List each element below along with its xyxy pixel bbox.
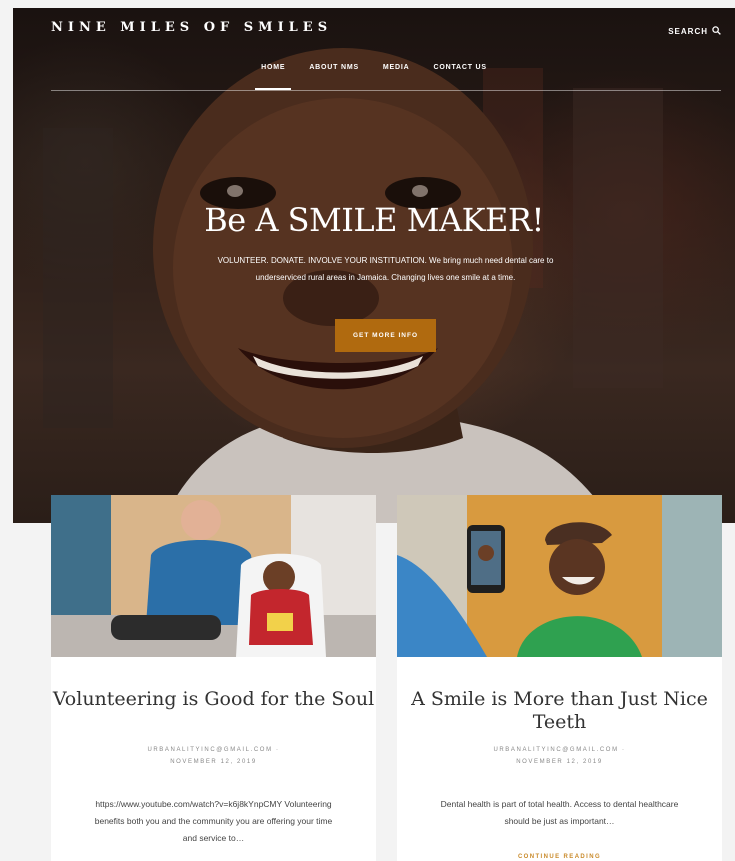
- post-title[interactable]: Volunteering is Good for the Soul: [51, 688, 376, 711]
- post-excerpt: Dental health is part of total health. A…: [440, 799, 679, 826]
- hero-text: VOLUNTEER. DONATE. INVOLVE YOUR INSTITUA…: [217, 256, 554, 282]
- hero-section: NINE MILES OF SMILES SEARCH HOME ABOUT N…: [13, 8, 735, 523]
- post-image[interactable]: [397, 495, 722, 657]
- nav-divider: [51, 90, 721, 91]
- continue-reading-link[interactable]: CONTINUE READING: [397, 854, 722, 860]
- post-date[interactable]: NOVEMBER 12, 2019: [51, 756, 376, 768]
- main-nav: HOME ABOUT NMS MEDIA CONTACT US: [13, 63, 735, 90]
- nav-item-media[interactable]: MEDIA: [371, 63, 422, 90]
- post-meta: URBANALITYINC@GMAIL.COM · NOVEMBER 12, 2…: [51, 744, 376, 768]
- search-label: SEARCH: [668, 27, 708, 36]
- post-image[interactable]: [51, 495, 376, 657]
- nav-item-about-nms[interactable]: ABOUT NMS: [297, 63, 371, 90]
- search-icon: [712, 26, 721, 37]
- post-title[interactable]: A Smile is More than Just Nice Teeth: [397, 688, 722, 734]
- post-author[interactable]: URBANALITYINC@GMAIL.COM ·: [51, 744, 376, 756]
- nav-item-contact-us[interactable]: CONTACT US: [421, 63, 498, 90]
- hero-heading: Be A SMILE MAKER!: [204, 201, 544, 239]
- post-date[interactable]: NOVEMBER 12, 2019: [397, 756, 722, 768]
- post-card: Volunteering is Good for the Soul URBANA…: [51, 495, 376, 861]
- site-title[interactable]: NINE MILES OF SMILES: [51, 20, 332, 35]
- nav-item-home[interactable]: HOME: [249, 63, 297, 90]
- post-meta: URBANALITYINC@GMAIL.COM · NOVEMBER 12, 2…: [397, 744, 722, 768]
- post-excerpt: https://www.youtube.com/watch?v=k6j8kYnp…: [94, 799, 333, 843]
- get-more-info-button[interactable]: GET MORE INFO: [335, 319, 436, 352]
- post-author[interactable]: URBANALITYINC@GMAIL.COM ·: [397, 744, 722, 756]
- search-button[interactable]: SEARCH: [668, 26, 721, 37]
- post-card: A Smile is More than Just Nice Teeth URB…: [397, 495, 722, 861]
